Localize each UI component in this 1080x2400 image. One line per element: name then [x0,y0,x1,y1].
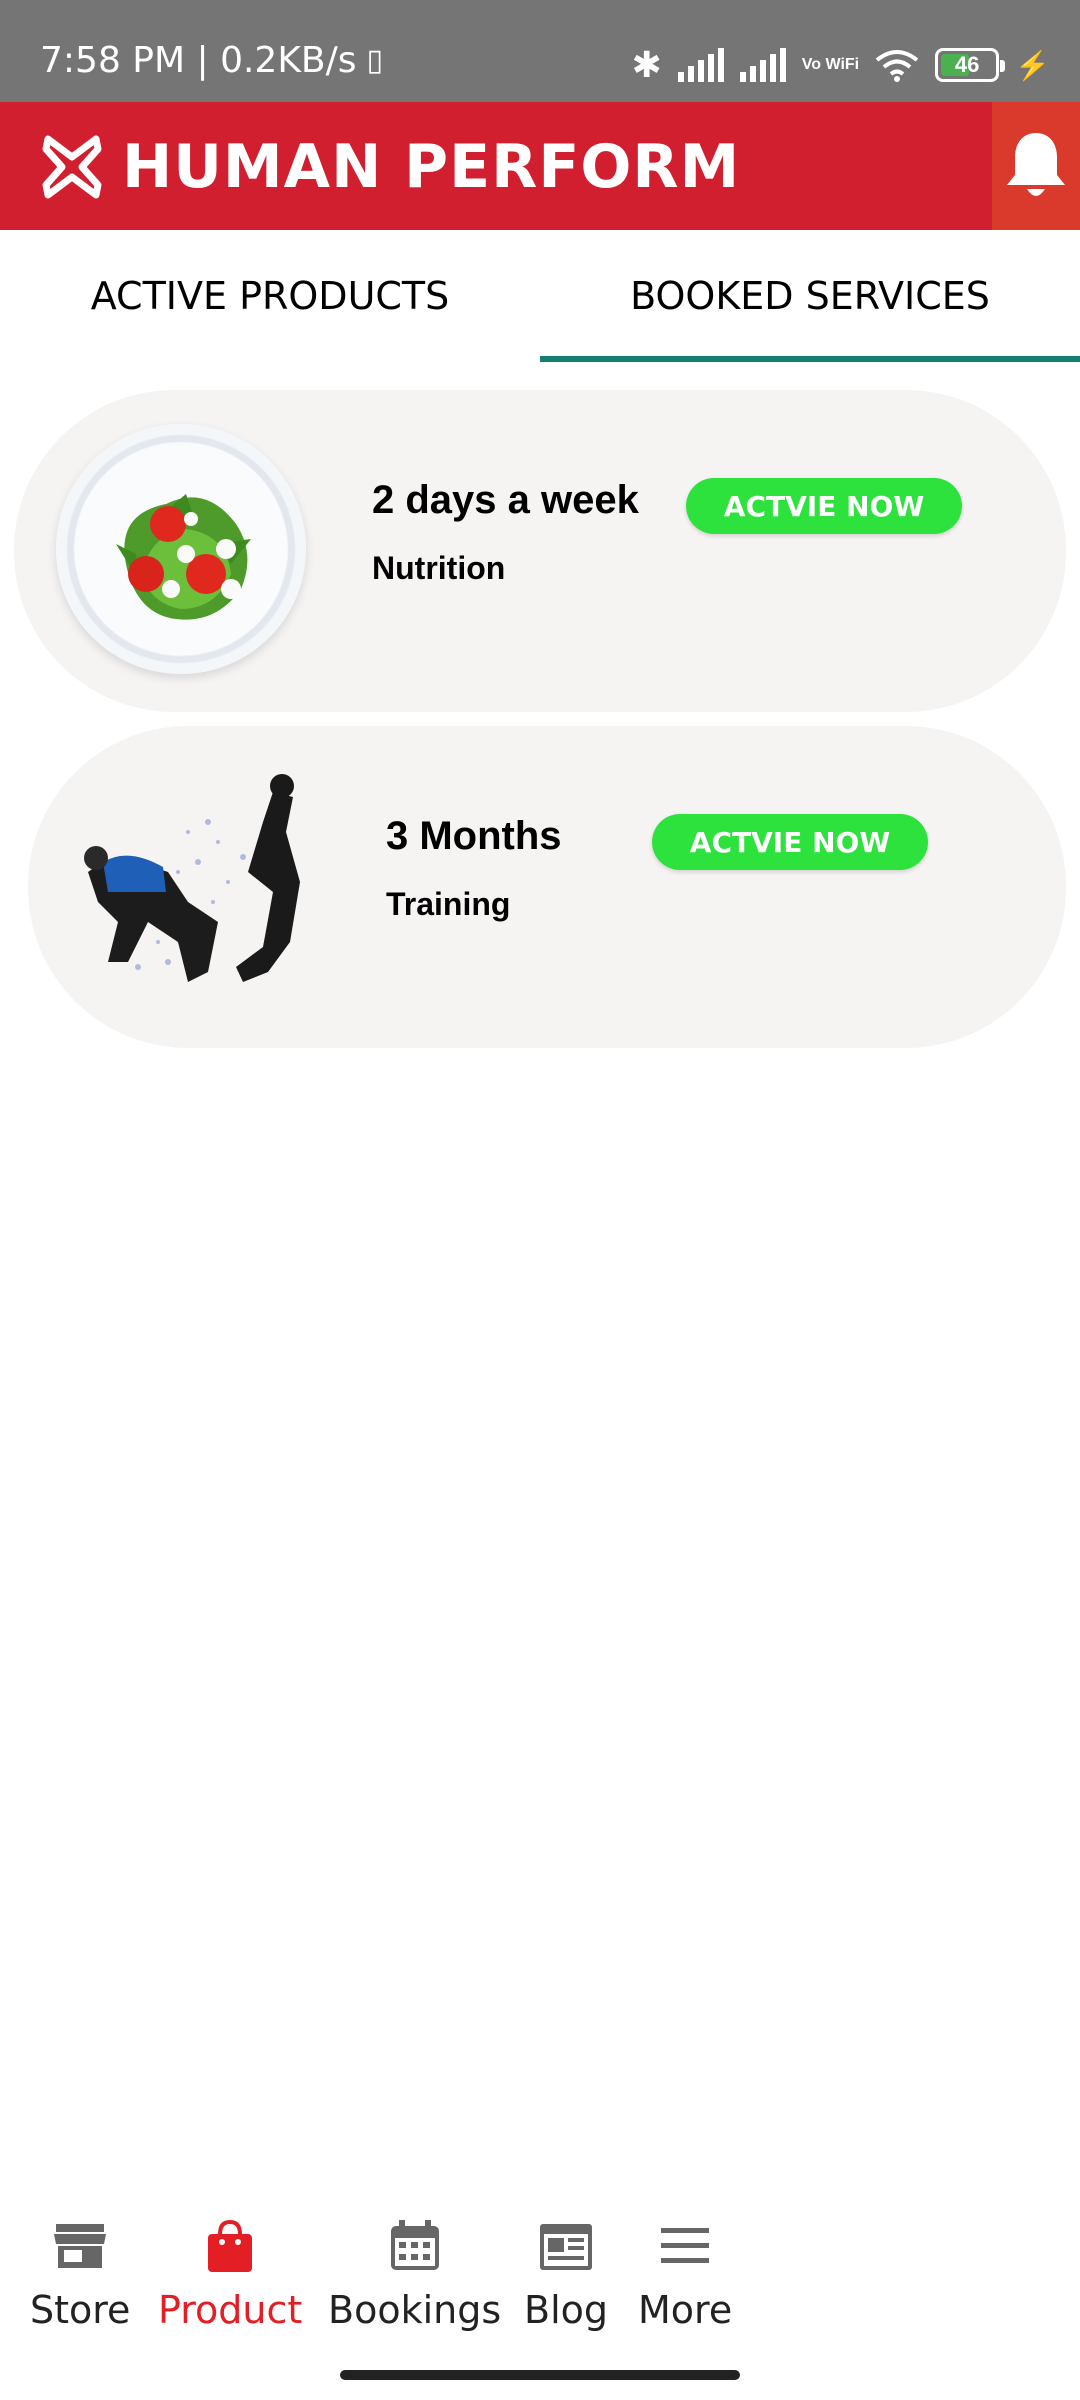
athletes-training-image [68,762,318,1012]
brand-name: HUMAN PERFORM [122,132,741,202]
shopping-bag-icon [202,2218,258,2274]
wifi-icon [875,50,919,82]
nav-item-product[interactable]: Product [158,2218,302,2332]
signal-icon [677,48,724,82]
nav-label: Store [30,2288,131,2332]
home-indicator[interactable] [340,2370,740,2380]
tab-bar: ACTIVE PRODUCTS BOOKED SERVICES [0,230,1080,362]
nav-label: Blog [524,2288,608,2332]
store-icon [52,2218,108,2274]
service-title: 2 days a week [372,478,639,522]
nav-item-blog[interactable]: Blog [524,2218,608,2332]
battery-level: 46 [954,52,980,77]
salad-plate-image [56,424,306,674]
nav-item-store[interactable]: Store [30,2218,130,2332]
tab-booked-services[interactable]: BOOKED SERVICES [540,230,1080,362]
volte-wifi-label: Vo WiFi [801,56,860,73]
activate-now-button[interactable]: ACTVIE NOW [686,478,962,534]
service-card[interactable]: 3 Months Training ACTVIE NOW [28,726,1066,1048]
battery-icon: 46 [935,48,1006,82]
nav-label: Product [158,2288,303,2332]
nav-label: More [638,2288,733,2332]
service-category: Nutrition [372,550,506,586]
service-card[interactable]: 2 days a week Nutrition ACTVIE NOW [14,390,1066,712]
sim-icon: ▯ [366,43,384,78]
bell-icon [1007,133,1065,196]
menu-icon [657,2218,713,2274]
charging-icon: ⚡ [1015,49,1050,81]
status-time-speed-group: 7:58 PM | 0.2KB/s ▯ [40,40,383,81]
status-time-speed: 7:58 PM | 0.2KB/s [40,40,357,81]
brand-x-icon [42,135,102,199]
brand-logo[interactable]: HUMAN PERFORM [40,132,740,202]
newspaper-icon [538,2218,594,2274]
signal-icon-2 [739,48,786,82]
nav-label: Bookings [328,2288,502,2332]
tab-active-products[interactable]: ACTIVE PRODUCTS [0,230,540,362]
bottom-navigation: Store Product Bookings Blog More [0,2218,760,2348]
nav-item-more[interactable]: More [638,2218,732,2332]
status-bar: 7:58 PM | 0.2KB/s ▯ ✱ Vo WiFi 46 ⚡ [0,0,1080,102]
bluetooth-icon: ✱ [631,44,662,85]
calendar-icon [387,2218,443,2274]
app-header: HUMAN PERFORM [0,102,1080,230]
activate-now-button[interactable]: ACTVIE NOW [652,814,928,870]
notification-button[interactable] [992,102,1080,230]
status-icons: ✱ Vo WiFi 46 ⚡ [632,40,1050,90]
nav-item-bookings[interactable]: Bookings [328,2218,501,2332]
service-title: 3 Months [386,814,562,858]
service-category: Training [386,886,511,922]
